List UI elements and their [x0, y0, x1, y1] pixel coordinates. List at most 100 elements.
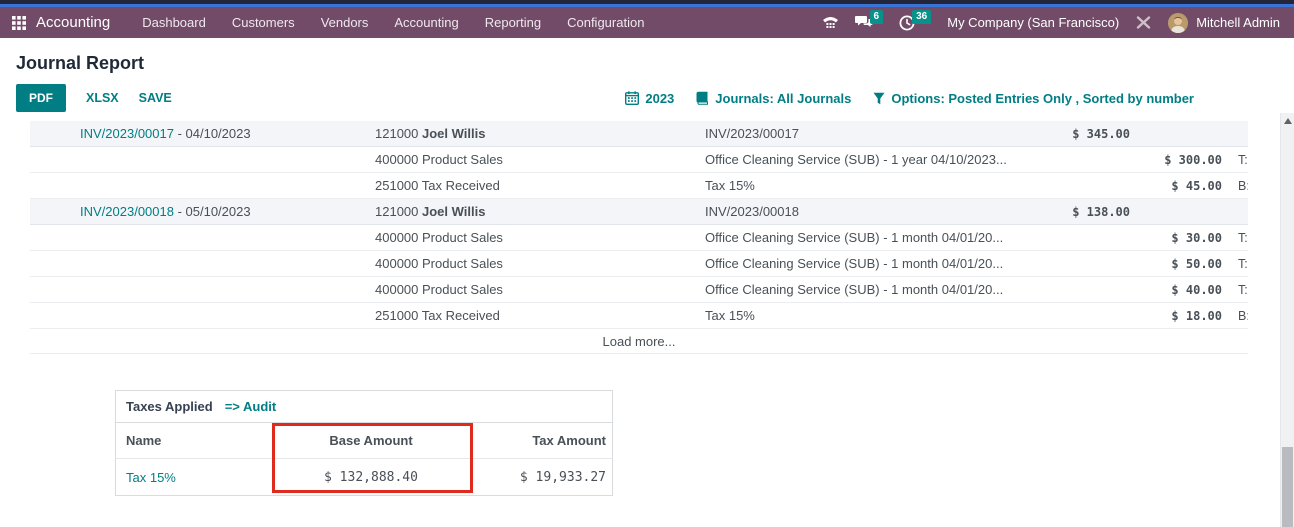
tax-grid-cell: T:: [1225, 231, 1248, 245]
tax-tax-amount: $ 19,933.27: [456, 470, 612, 485]
app-brand[interactable]: Accounting: [36, 14, 110, 31]
journal-line-row[interactable]: 400000 Product Sales Office Cleaning Ser…: [30, 277, 1248, 303]
entry-date: - 04/10/2023: [174, 126, 251, 141]
tax-grid-cell: B:: [1225, 179, 1248, 193]
credit-amount: $ 40.00: [1130, 283, 1225, 297]
options-filter[interactable]: Options: Posted Entries Only , Sorted by…: [873, 91, 1194, 106]
entry-ref-cell: INV/2023/00018 - 05/10/2023: [30, 204, 375, 219]
journal-line-row[interactable]: 251000 Tax Received Tax 15% $ 18.00 B:: [30, 303, 1248, 329]
user-menu[interactable]: Mitchell Admin: [1168, 13, 1280, 33]
credit-amount: $ 50.00: [1130, 257, 1225, 271]
credit-amount: $ 300.00: [1130, 153, 1225, 167]
entry-date: - 05/10/2023: [174, 204, 251, 219]
period-filter-label: 2023: [645, 91, 674, 106]
credit-amount: $ 30.00: [1130, 231, 1225, 245]
line-label: INV/2023/00018: [705, 204, 1010, 219]
account-name: Product Sales: [422, 256, 503, 271]
tax-grid-cell: T:: [1225, 257, 1248, 271]
line-label: INV/2023/00017: [705, 126, 1010, 141]
account-cell: 251000 Tax Received: [375, 308, 705, 323]
account-cell: 400000 Product Sales: [375, 256, 705, 271]
apps-grid-icon[interactable]: [12, 16, 26, 30]
filter-funnel-icon: [873, 92, 885, 105]
entry-ref-link[interactable]: INV/2023/00017: [80, 126, 174, 141]
account-code: 400000: [375, 282, 422, 297]
tax-grid-cell: B:: [1225, 309, 1248, 323]
main-menu: Dashboard Customers Vendors Accounting R…: [142, 15, 644, 30]
messages-icon[interactable]: 6: [855, 15, 884, 30]
xlsx-button[interactable]: XLSX: [86, 91, 119, 105]
account-name: Product Sales: [422, 230, 503, 245]
debit-amount: $ 345.00: [1010, 127, 1130, 141]
pdf-button[interactable]: PDF: [16, 84, 66, 112]
journal-line-row[interactable]: 400000 Product Sales Office Cleaning Ser…: [30, 251, 1248, 277]
account-cell: 400000 Product Sales: [375, 152, 705, 167]
period-filter[interactable]: 2023: [625, 91, 674, 106]
account-code: 251000: [375, 178, 422, 193]
debit-amount: $ 138.00: [1010, 205, 1130, 219]
account-code: 400000: [375, 152, 422, 167]
report-toolbar: PDF XLSX SAVE 2023 Journals: All Journal…: [16, 84, 1294, 112]
scrollbar-up-arrow[interactable]: [1284, 118, 1292, 124]
account-code: 400000: [375, 230, 422, 245]
calendar-icon: [625, 91, 639, 105]
journal-book-icon: [696, 91, 709, 105]
menu-vendors[interactable]: Vendors: [321, 15, 369, 30]
tax-header-tax-amount: Tax Amount: [456, 433, 612, 448]
audit-link[interactable]: => Audit: [225, 399, 277, 414]
vertical-scrollbar[interactable]: [1280, 113, 1294, 527]
menu-customers[interactable]: Customers: [232, 15, 295, 30]
load-more-button[interactable]: Load more...: [30, 329, 1248, 354]
journals-filter[interactable]: Journals: All Journals: [696, 91, 851, 106]
line-label: Office Cleaning Service (SUB) - 1 month …: [705, 256, 1010, 271]
tax-table-row: Tax 15% $ 132,888.40 $ 19,933.27: [116, 459, 612, 495]
tax-name-link[interactable]: Tax 15%: [116, 470, 286, 485]
taxes-applied-card: Taxes Applied => Audit Name Base Amount …: [115, 390, 613, 496]
menu-configuration[interactable]: Configuration: [567, 15, 644, 30]
account-code: 121000: [375, 126, 422, 141]
main-navbar: Accounting Dashboard Customers Vendors A…: [0, 7, 1294, 38]
credit-amount: $ 45.00: [1130, 179, 1225, 193]
journal-report-table: INV/2023/00017 - 04/10/2023 121000 Joel …: [30, 121, 1248, 354]
account-cell: 121000 Joel Willis: [375, 126, 705, 141]
taxes-applied-title: Taxes Applied: [126, 399, 213, 414]
tax-grid-cell: T:: [1225, 283, 1248, 297]
user-name: Mitchell Admin: [1196, 15, 1280, 30]
scrollbar-thumb[interactable]: [1282, 447, 1293, 527]
account-cell: 251000 Tax Received: [375, 178, 705, 193]
tax-base-amount: $ 132,888.40: [286, 470, 456, 485]
journal-line-row[interactable]: 400000 Product Sales Office Cleaning Ser…: [30, 225, 1248, 251]
account-cell: 400000 Product Sales: [375, 230, 705, 245]
journal-entry-row[interactable]: INV/2023/00018 - 05/10/2023 121000 Joel …: [30, 199, 1248, 225]
account-code: 121000: [375, 204, 422, 219]
entry-ref-cell: INV/2023/00017 - 04/10/2023: [30, 126, 375, 141]
journal-entry-row[interactable]: INV/2023/00017 - 04/10/2023 121000 Joel …: [30, 121, 1248, 147]
account-name: Product Sales: [422, 152, 503, 167]
menu-dashboard[interactable]: Dashboard: [142, 15, 206, 30]
entry-ref-link[interactable]: INV/2023/00018: [80, 204, 174, 219]
account-code: 251000: [375, 308, 422, 323]
account-name: Tax Received: [422, 178, 500, 193]
journal-line-row[interactable]: 251000 Tax Received Tax 15% $ 45.00 B:: [30, 173, 1248, 199]
account-cell: 121000 Joel Willis: [375, 204, 705, 219]
company-switcher[interactable]: My Company (San Francisco): [947, 15, 1119, 30]
menu-reporting[interactable]: Reporting: [485, 15, 541, 30]
line-label: Office Cleaning Service (SUB) - 1 month …: [705, 282, 1010, 297]
journal-line-row[interactable]: 400000 Product Sales Office Cleaning Ser…: [30, 147, 1248, 173]
activities-clock-icon[interactable]: 36: [899, 15, 931, 31]
journals-filter-label: Journals: All Journals: [715, 91, 851, 106]
menu-accounting[interactable]: Accounting: [394, 15, 458, 30]
account-code: 400000: [375, 256, 422, 271]
options-filter-label: Options: Posted Entries Only , Sorted by…: [891, 91, 1194, 106]
save-button[interactable]: SAVE: [139, 91, 172, 105]
tax-header-base-amount: Base Amount: [286, 433, 456, 448]
account-name: Joel Willis: [422, 126, 485, 141]
debug-tools-icon[interactable]: [1135, 15, 1152, 30]
account-name: Product Sales: [422, 282, 503, 297]
credit-amount: $ 18.00: [1130, 309, 1225, 323]
line-label: Office Cleaning Service (SUB) - 1 month …: [705, 230, 1010, 245]
user-avatar: [1168, 13, 1188, 33]
report-filters: 2023 Journals: All Journals Options: Pos…: [625, 91, 1194, 106]
tax-table-header: Name Base Amount Tax Amount: [116, 423, 612, 459]
voip-phone-icon[interactable]: [822, 15, 839, 30]
